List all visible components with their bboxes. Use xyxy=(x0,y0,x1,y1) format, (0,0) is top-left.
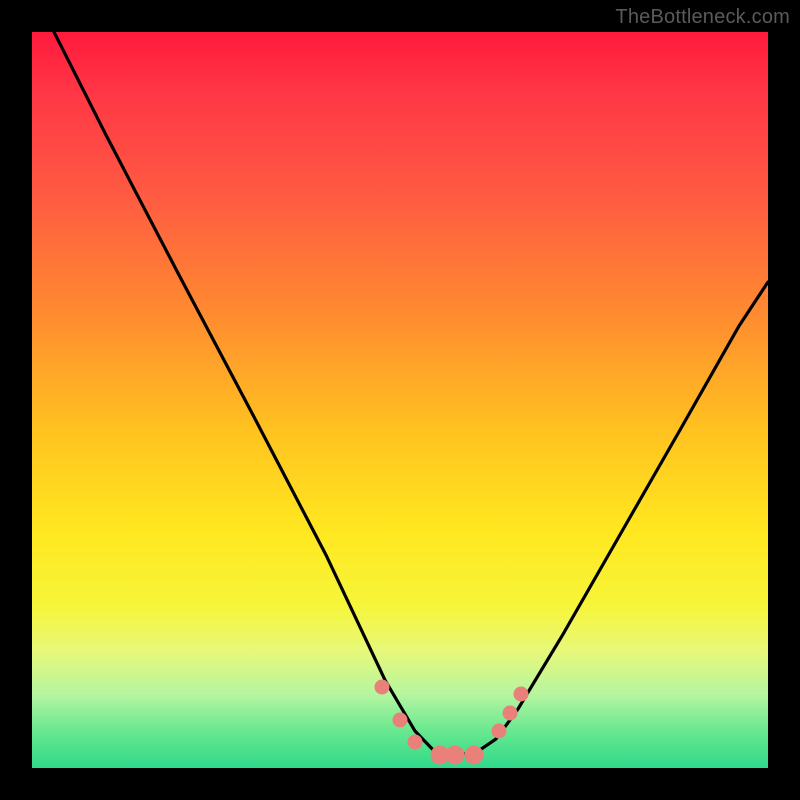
floor-cap-3 xyxy=(465,746,483,764)
left-dot-2 xyxy=(393,713,407,727)
valley-markers xyxy=(375,680,528,764)
right-dot-3 xyxy=(514,687,528,701)
bottleneck-curve xyxy=(54,32,768,754)
chart-stage: TheBottleneck.com xyxy=(0,0,800,800)
left-dot-3 xyxy=(408,735,422,749)
right-dot-1 xyxy=(492,724,506,738)
left-dot-1 xyxy=(375,680,389,694)
curve-layer xyxy=(32,32,768,768)
watermark-text: TheBottleneck.com xyxy=(615,6,790,29)
right-dot-2 xyxy=(503,706,517,720)
floor-cap-2 xyxy=(446,746,464,764)
plot-area xyxy=(32,32,768,768)
